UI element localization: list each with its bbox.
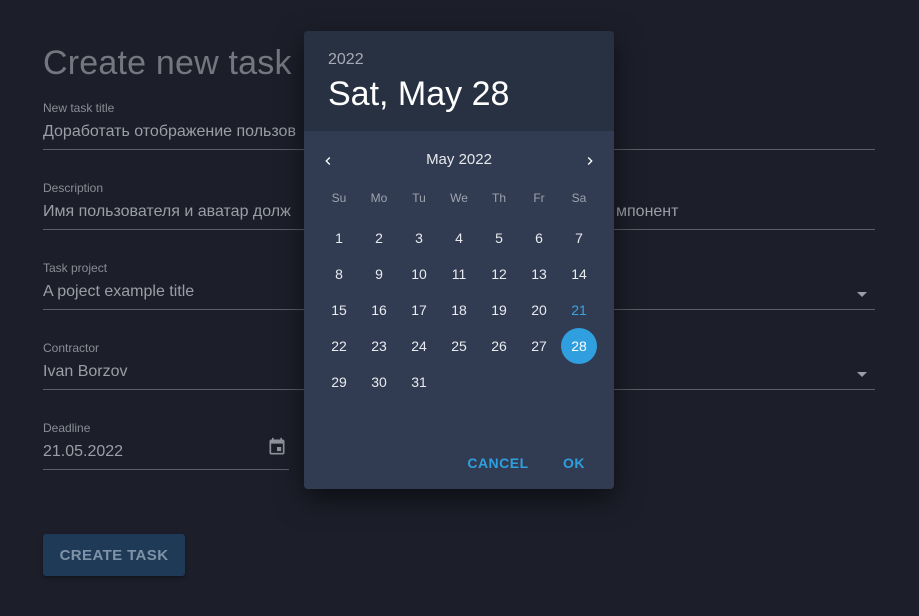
day-cell[interactable]: 8 — [321, 256, 357, 292]
day-cell[interactable]: 30 — [361, 364, 397, 400]
calendar-day-grid: 1 2 3 4 5 6 7 8 9 10 11 12 13 14 15 16 17 18 19 20 21 22 23 24 2… — [319, 220, 599, 400]
day-cell[interactable]: 25 — [441, 328, 477, 364]
chevron-down-icon[interactable] — [857, 372, 867, 377]
date-picker-actions: CANCEL OK — [304, 433, 614, 489]
day-cell[interactable]: 13 — [521, 256, 557, 292]
day-cell[interactable]: 2 — [361, 220, 397, 256]
page-title: Create new task — [43, 44, 292, 82]
weekday-fr: Fr — [533, 191, 545, 205]
day-cell[interactable]: 3 — [401, 220, 437, 256]
day-cell[interactable]: 12 — [481, 256, 517, 292]
day-cell[interactable]: 7 — [561, 220, 597, 256]
weekday-header-row: Su Mo Tu We Th Fr Sa — [319, 191, 599, 207]
day-cell[interactable]: 16 — [361, 292, 397, 328]
day-cell[interactable]: 14 — [561, 256, 597, 292]
day-cell[interactable]: 17 — [401, 292, 437, 328]
weekday-tu: Tu — [412, 191, 426, 205]
day-cell[interactable]: 31 — [401, 364, 437, 400]
create-task-button[interactable]: CREATE TASK — [43, 534, 185, 576]
date-picker-dialog: 2022 Sat, May 28 May 2022 Su Mo Tu We Th Fr Sa… — [304, 31, 614, 489]
day-cell[interactable]: 4 — [441, 220, 477, 256]
next-month-button[interactable] — [578, 149, 602, 173]
contractor-value[interactable]: Ivan Borzov — [43, 363, 127, 381]
task-project-label: Task project — [43, 261, 108, 275]
chevron-right-icon — [587, 157, 593, 165]
day-cell[interactable]: 6 — [521, 220, 557, 256]
day-cell[interactable]: 23 — [361, 328, 397, 364]
weekday-su: Su — [331, 191, 347, 205]
day-cell[interactable]: 11 — [441, 256, 477, 292]
cancel-button[interactable]: CANCEL — [462, 445, 534, 481]
deadline-underline — [43, 469, 289, 470]
day-cell[interactable]: 22 — [321, 328, 357, 364]
year-selector[interactable]: 2022 — [328, 51, 364, 69]
day-cell[interactable]: 9 — [361, 256, 397, 292]
selected-date-display: Sat, May 28 — [328, 75, 510, 113]
date-picker-header: 2022 Sat, May 28 — [304, 31, 614, 131]
chevron-down-icon[interactable] — [857, 292, 867, 297]
day-cell[interactable]: 5 — [481, 220, 517, 256]
weekday-th: Th — [491, 191, 506, 205]
description-label: Description — [43, 181, 104, 195]
deadline-field[interactable]: Deadline 21.05.2022 — [43, 421, 289, 477]
weekday-mo: Mo — [370, 191, 388, 205]
day-cell[interactable]: 24 — [401, 328, 437, 364]
day-cell[interactable]: 20 — [521, 292, 557, 328]
date-picker-body: May 2022 Su Mo Tu We Th Fr Sa 1 2 3 4 5 6 7 8 9 10 11 12 1… — [304, 131, 614, 489]
weekday-we: We — [450, 191, 468, 205]
day-cell[interactable]: 1 — [321, 220, 357, 256]
deadline-label: Deadline — [43, 421, 91, 435]
day-cell[interactable]: 10 — [401, 256, 437, 292]
deadline-value[interactable]: 21.05.2022 — [43, 443, 123, 461]
weekday-sa: Sa — [571, 191, 587, 205]
description-value-visible-end[interactable]: мпонент — [616, 203, 678, 221]
contractor-label: Contractor — [43, 341, 100, 355]
day-cell[interactable]: 26 — [481, 328, 517, 364]
day-cell[interactable]: 19 — [481, 292, 517, 328]
day-today[interactable]: 21 — [561, 292, 597, 328]
day-cell[interactable]: 15 — [321, 292, 357, 328]
task-title-label: New task title — [43, 101, 115, 115]
task-title-value[interactable]: Доработать отображение пользов — [43, 123, 296, 141]
month-label: May 2022 — [426, 151, 492, 168]
calendar-icon[interactable] — [267, 437, 287, 457]
day-selected[interactable]: 28 — [561, 328, 597, 364]
day-cell[interactable]: 27 — [521, 328, 557, 364]
ok-button[interactable]: OK — [548, 445, 600, 481]
description-value[interactable]: Имя пользователя и аватар долж — [43, 203, 291, 221]
task-project-value[interactable]: A poject example title — [43, 283, 194, 301]
day-cell[interactable]: 18 — [441, 292, 477, 328]
day-cell[interactable]: 29 — [321, 364, 357, 400]
